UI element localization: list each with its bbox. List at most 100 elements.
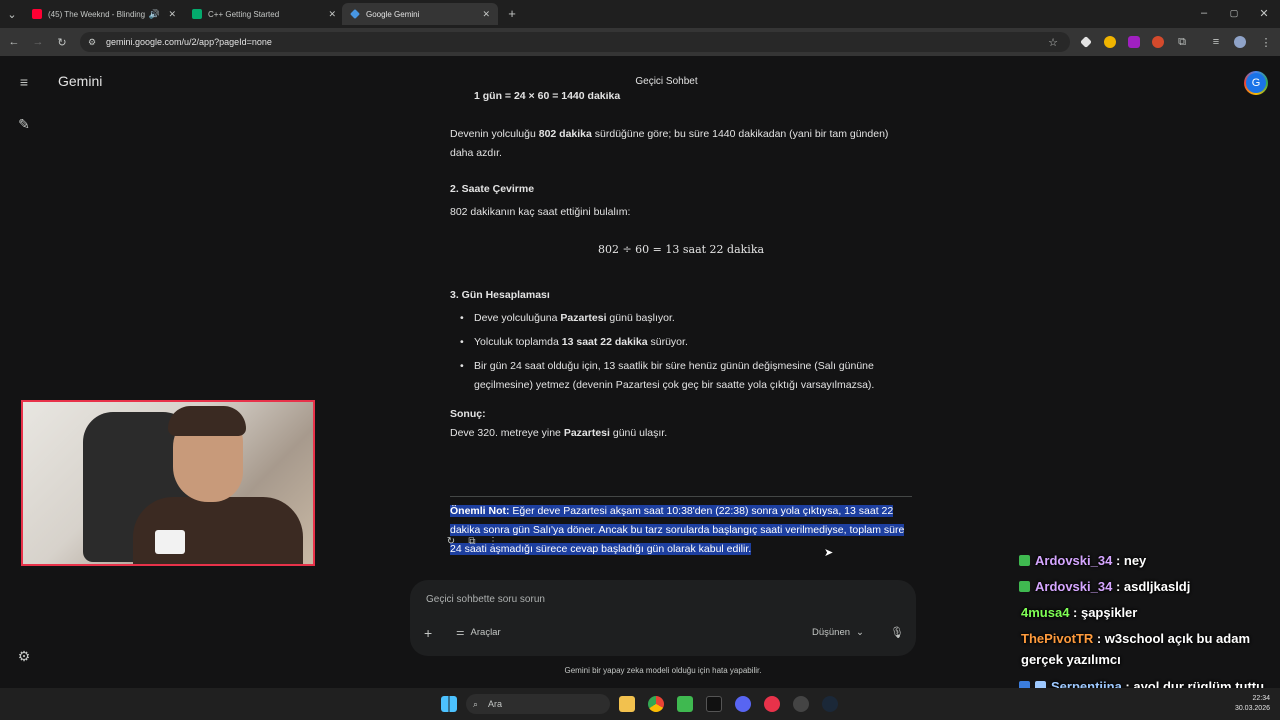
text-run: Deve 320. metreye yine — [450, 427, 564, 439]
add-file-button[interactable]: + — [424, 625, 432, 641]
tab-title: Google Gemini — [366, 9, 420, 19]
media-control-icon[interactable]: ≡ — [1208, 34, 1224, 50]
close-window-icon[interactable]: ✕ — [1256, 5, 1272, 21]
tools-icon: ⚌ — [456, 627, 465, 638]
close-icon[interactable]: ✕ — [482, 9, 490, 20]
tab-w3schools[interactable]: C++ Getting Started ✕ — [184, 3, 344, 25]
profile-avatar-icon[interactable] — [1234, 36, 1246, 48]
text-run: sürüyor. — [647, 336, 688, 348]
gemini-icon — [350, 9, 360, 19]
text-run: Pazartesi — [563, 427, 610, 439]
extension-icon[interactable] — [1152, 36, 1164, 48]
address-bar[interactable]: ⚙ gemini.google.com/u/2/app?pageId=none … — [80, 32, 1070, 52]
more-menu-icon[interactable]: ⋮ — [1258, 34, 1274, 50]
back-icon[interactable]: ← — [6, 34, 22, 50]
close-icon[interactable]: 🔊 — [149, 9, 160, 20]
clock-date: 30.03.2026 — [1234, 705, 1270, 712]
new-tab-icon[interactable]: + — [504, 5, 520, 21]
chrome-icon[interactable] — [648, 696, 664, 712]
media-player-icon[interactable] — [764, 696, 780, 712]
chat-username: ThePivotTR — [1021, 631, 1094, 646]
url-text: gemini.google.com/u/2/app?pageId=none — [106, 37, 272, 47]
bookmark-star-icon[interactable]: ☆ — [1048, 36, 1058, 49]
chat-message: ThePivotTR : w3school açık bu adam gerçe… — [1021, 628, 1280, 670]
forward-icon[interactable]: → — [30, 34, 46, 50]
chat-text: : şapşikler — [1069, 605, 1138, 620]
microphone-icon[interactable]: 🎙 — [890, 626, 904, 639]
list-item: Yolculuk toplamda 13 saat 22 dakika sürü… — [460, 333, 914, 352]
text-run: Deve yolculuğuna — [474, 312, 561, 324]
w3schools-icon — [192, 9, 202, 19]
prompt-input[interactable]: Geçici sohbette soru sorun — [426, 594, 545, 605]
reload-icon[interactable]: ↻ — [54, 34, 70, 50]
text-run: günü ulaşır. — [609, 427, 668, 439]
new-chat-icon[interactable]: ✎ — [14, 114, 34, 134]
conversation-title: Geçici Sohbet — [635, 76, 698, 87]
chevron-down-icon: ⌄ — [856, 627, 864, 638]
extensions-puzzle-icon[interactable]: ⧉ — [1174, 34, 1190, 50]
section-heading: 2. Saate Çevirme — [450, 183, 535, 195]
chat-text: : asdljkasldj — [1112, 579, 1191, 594]
system-clock[interactable]: 22:34 30.03.2026 — [1222, 694, 1270, 714]
streamer-hair — [168, 406, 246, 436]
tools-label: Araçlar — [470, 627, 501, 638]
mouse-cursor-icon: ➤ — [824, 547, 834, 559]
response-fragment: 1 gün = 24 × 60 = 1440 dakika — [474, 92, 936, 105]
copy-icon[interactable]: ⧉ — [465, 534, 479, 548]
chat-username: Ardovski_34 — [1035, 553, 1113, 568]
close-icon[interactable]: ✕ — [168, 9, 176, 20]
chat-username: Ardovski_34 — [1035, 579, 1113, 594]
tab-gemini[interactable]: Google Gemini ✕ — [342, 3, 498, 25]
result-paragraph: Deve 320. metreye yine Pazartesi günü ul… — [450, 424, 912, 443]
taskbar: ⌕ Ara 22:34 30.03.2026 — [0, 688, 1280, 720]
taskbar-search[interactable]: ⌕ Ara — [466, 694, 610, 714]
disclaimer: Gemini bir yapay zeka modeli olduğu için… — [564, 666, 762, 675]
formula-fragment: 1 gün = 24 × 60 = 1440 dakika — [474, 92, 621, 102]
divider — [450, 496, 912, 497]
tidal-icon[interactable] — [706, 696, 722, 712]
obs-icon[interactable] — [793, 696, 809, 712]
search-placeholder: Ara — [488, 699, 503, 709]
text-run: günü başlıyor. — [606, 312, 675, 324]
tab-youtube[interactable]: (45) The Weeknd - Blinding 🔊 ✕ — [24, 3, 184, 25]
chat-message: Ardovski_34 : asdljkasldj — [1019, 576, 1280, 597]
model-label: Düşünen — [812, 627, 851, 638]
extension-icon[interactable] — [1128, 36, 1140, 48]
tab-title: (45) The Weeknd - Blinding — [48, 9, 146, 19]
list-item: Deve yolculuğuna Pazartesi günü başlıyor… — [460, 309, 914, 328]
settings-icon[interactable]: ⚙ — [14, 646, 34, 666]
regenerate-icon[interactable]: ↻ — [444, 534, 458, 548]
close-icon[interactable]: ✕ — [328, 9, 336, 20]
browser-tab-strip: ⌄ (45) The Weeknd - Blinding 🔊 ✕ C++ Get… — [0, 0, 1280, 28]
search-icon: ⌕ — [473, 698, 479, 709]
more-options-icon[interactable]: ⋮ — [486, 534, 500, 548]
sidebar: ≡ ✎ ⚙ — [0, 56, 48, 688]
app-icon[interactable] — [677, 696, 693, 712]
steam-icon[interactable] — [822, 696, 838, 712]
text-run: 13 saat 22 dakika — [561, 336, 648, 348]
windows-start-icon[interactable] — [441, 696, 457, 712]
maximize-icon[interactable]: ▢ — [1226, 5, 1242, 21]
chat-badge-icon — [1019, 581, 1030, 592]
prompt-input-box[interactable]: Geçici sohbette soru sorun + ⚌ Araçlar D… — [410, 580, 916, 656]
text-run: Pazartesi — [560, 312, 607, 324]
tab-search-icon[interactable]: ⌄ — [4, 6, 20, 22]
model-selector[interactable]: Düşünen ⌄ — [812, 627, 864, 638]
file-explorer-icon[interactable] — [619, 696, 635, 712]
chat-text: : ney — [1112, 553, 1147, 568]
account-avatar[interactable]: G — [1244, 71, 1268, 95]
minimize-icon[interactable]: – — [1196, 5, 1212, 21]
avatar-letter: G — [1246, 73, 1266, 93]
tab-title: C++ Getting Started — [208, 9, 280, 19]
text-run: Devenin yolculuğu — [450, 128, 539, 140]
math-formula: 802 ÷ 60 = 13 saat 22 dakika — [597, 243, 765, 256]
note-text: Eğer deve Pazartesi akşam saat 10:38'den… — [450, 505, 905, 555]
paragraph: Devenin yolculuğu 802 dakika sürdüğüne g… — [450, 125, 912, 163]
webcam-overlay — [21, 400, 315, 566]
site-info-icon[interactable]: ⚙ — [88, 37, 96, 48]
important-note[interactable]: Önemli Not: Eğer deve Pazartesi akşam sa… — [450, 502, 912, 559]
discord-icon[interactable] — [735, 696, 751, 712]
tools-button[interactable]: ⚌ Araçlar — [456, 627, 501, 638]
paragraph: 802 dakikanın kaç saat ettiğini bulalım: — [450, 206, 631, 218]
extension-icon[interactable] — [1104, 36, 1116, 48]
